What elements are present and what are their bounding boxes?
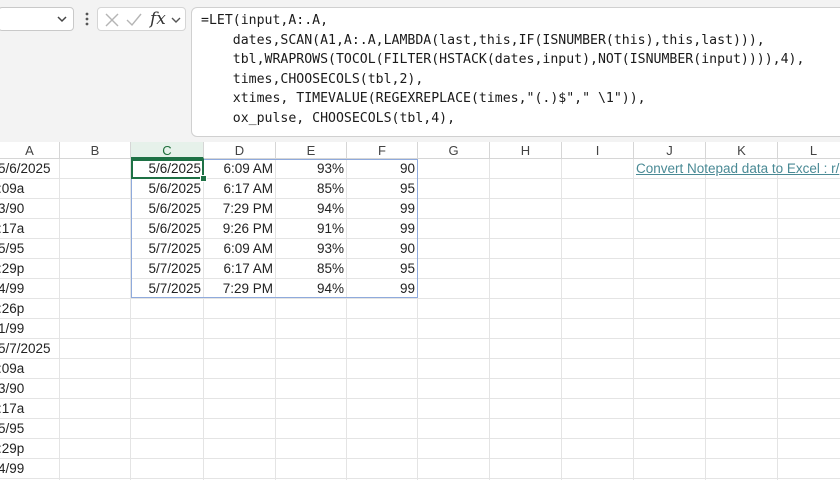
table-cell-time[interactable]: 7:29 PM [204,279,273,299]
cell-a[interactable]: :17a [0,219,60,239]
table-cell-time[interactable]: 9:26 PM [204,219,273,239]
grid-column-line [777,159,778,480]
grid-column-line [633,159,634,480]
table-cell-pulse[interactable]: 95 [347,179,415,199]
table-cell-date[interactable]: 5/6/2025 [131,199,201,219]
fill-handle[interactable] [200,175,207,182]
insert-function-icon[interactable]: fx [150,9,166,29]
column-header-g[interactable]: G [418,142,490,159]
grid-row-line [0,258,840,259]
table-cell-time[interactable]: 6:17 AM [204,259,273,279]
table-cell-pulse[interactable]: 99 [347,279,415,299]
grid-row-line [0,458,840,459]
table-cell-time[interactable]: 6:17 AM [204,179,273,199]
cell-a[interactable]: :17a [0,399,60,419]
active-cell-selection[interactable] [131,159,204,179]
table-cell-pulse[interactable]: 90 [347,159,415,179]
formula-line: times,CHOOSECOLS(tbl,2), [201,71,424,87]
cancel-icon[interactable] [103,11,121,29]
table-cell-date[interactable]: 5/7/2025 [131,239,201,259]
formula-bar: fx =LET(input,A:.A, dates,SCAN(A1,A:.A,L… [0,0,840,143]
grid-row-line [0,298,840,299]
more-options-icon[interactable] [84,10,90,28]
column-header-e[interactable]: E [276,142,347,159]
table-cell-ox[interactable]: 94% [276,279,344,299]
table-cell-date[interactable]: 5/7/2025 [131,259,201,279]
formula-controls: fx [97,7,186,31]
table-cell-time[interactable]: 7:29 PM [204,199,273,219]
column-header-k[interactable]: K [706,142,778,159]
grid-column-line [705,159,706,480]
cell-a[interactable]: :09a [0,359,60,379]
table-cell-pulse[interactable]: 95 [347,259,415,279]
table-cell-time[interactable]: 6:09 AM [204,159,273,179]
cell-a[interactable]: 4/99 [0,279,60,299]
column-header-i[interactable]: I [562,142,634,159]
formula-line: =LET(input,A:.A, [201,13,329,28]
cell-a[interactable]: :26p [0,299,60,319]
cell-a[interactable]: 1/99 [0,319,60,339]
column-header-a[interactable]: A [0,142,60,159]
cell-a[interactable]: 3/90 [0,379,60,399]
column-header-b[interactable]: B [60,142,131,159]
grid-row-line [0,398,840,399]
table-cell-ox[interactable]: 91% [276,219,344,239]
cell-a[interactable]: 4/99 [0,459,60,479]
table-cell-date[interactable]: 5/7/2025 [131,279,201,299]
check-icon[interactable] [125,11,143,29]
chevron-down-icon[interactable] [170,13,182,27]
table-cell-date[interactable]: 5/6/2025 [131,179,201,199]
formula-line: tbl,WRAPROWS(TOCOL(FILTER(HSTACK(dates,i… [201,52,805,67]
chevron-down-icon[interactable] [55,11,69,27]
grid-row-line [0,318,840,319]
column-header-l[interactable]: L [778,142,840,159]
column-header-d[interactable]: D [204,142,276,159]
column-header-c[interactable]: C [131,142,204,159]
grid-column-line [417,159,418,480]
column-header-f[interactable]: F [347,142,418,159]
cell-a[interactable]: :09a [0,179,60,199]
grid-row-line [0,278,840,279]
grid-row-line [0,478,840,479]
formula-input[interactable]: =LET(input,A:.A, dates,SCAN(A1,A:.A,LAMB… [191,7,840,137]
grid-row-line [0,378,840,379]
cell-a[interactable]: 5/95 [0,419,60,439]
grid-row-line [0,418,840,419]
grid-row-line [0,198,840,199]
cell-a[interactable]: 5/7/2025 [0,339,60,359]
grid-row-line [0,358,840,359]
grid-column-line [561,159,562,480]
column-header-j[interactable]: J [634,142,706,159]
grid-row-line [0,238,840,239]
table-cell-ox[interactable]: 85% [276,259,344,279]
table-cell-date[interactable]: 5/6/2025 [131,219,201,239]
table-cell-pulse[interactable]: 99 [347,199,415,219]
table-cell-ox[interactable]: 93% [276,159,344,179]
formula-line: dates,SCAN(A1,A:.A,LAMBDA(last,this,IF(I… [201,32,765,48]
grid-row-line [0,338,840,339]
grid-row-line [0,438,840,439]
cell-a[interactable]: 5/95 [0,239,60,259]
table-cell-ox[interactable]: 93% [276,239,344,259]
table-cell-pulse[interactable]: 99 [347,219,415,239]
table-cell-ox[interactable]: 85% [276,179,344,199]
column-header-h[interactable]: H [490,142,562,159]
cell-a[interactable]: :29p [0,259,60,279]
hyperlink-cell[interactable]: Convert Notepad data to Excel : r/ [636,159,839,179]
cell-a[interactable]: 3/90 [0,199,60,219]
formula-line: ox_pulse, CHOOSECOLS(tbl,4), [201,110,456,126]
formula-line: xtimes, TIMEVALUE(REGEXREPLACE(times,"(.… [201,91,646,106]
grid-column-line [489,159,490,480]
table-cell-pulse[interactable]: 90 [347,239,415,259]
table-cell-ox[interactable]: 94% [276,199,344,219]
grid-row-line [0,218,840,219]
cell-a[interactable]: :29p [0,439,60,459]
name-box[interactable] [0,7,74,31]
table-cell-time[interactable]: 6:09 AM [204,239,273,259]
cell-a[interactable]: 5/6/2025 [0,159,60,179]
